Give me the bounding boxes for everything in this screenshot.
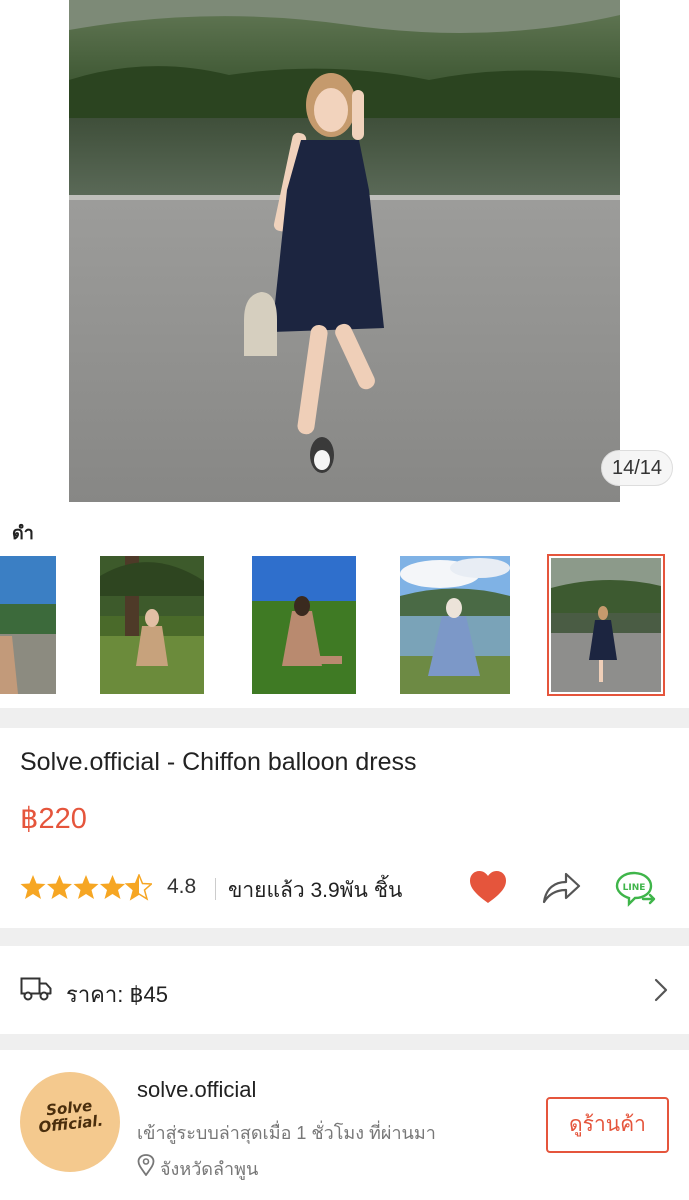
shop-avatar[interactable]: Solve Official. [20,1072,120,1172]
thumbnail-2[interactable] [100,556,204,694]
heart-icon[interactable] [469,870,507,906]
rating-divider [215,878,216,900]
product-price: ฿220 [20,803,87,835]
thumbnail-4[interactable] [400,556,510,694]
thumbnail-image [400,556,510,694]
line-share-icon[interactable]: LINE [614,870,658,908]
shop-section: Solve Official. solve.official เข้าสู่ระ… [0,1050,689,1200]
thumbnail-5-selected[interactable] [547,554,665,696]
thumbnail-strip[interactable] [0,554,689,696]
section-divider [0,708,689,728]
thumbnail-image [252,556,356,694]
main-photo-image [69,0,620,502]
thumbnail-image [551,558,661,692]
section-divider [0,928,689,946]
truck-icon [20,977,52,1001]
thumbnail-image [0,556,56,694]
location-pin-icon [137,1154,155,1176]
variant-label: ดำ [12,523,34,543]
view-shop-button[interactable]: ดูร้านค้า [546,1097,669,1153]
product-image-gallery[interactable]: 14/14 [0,0,689,503]
image-counter: 14/14 [601,450,673,486]
thumbnail-image [100,556,204,694]
svg-text:LINE: LINE [623,883,646,893]
shipping-row[interactable]: ราคา: ฿45 [0,946,689,1034]
thumbnail-1[interactable] [0,556,56,694]
product-main-photo[interactable] [69,0,620,502]
chevron-right-icon [654,978,668,1002]
shop-logo-text: Solve Official. [37,1096,105,1137]
section-divider [0,1034,689,1050]
sold-count: ขายแล้ว 3.9พัน ชิ้น [228,879,403,902]
share-icon[interactable] [541,870,581,906]
rating-stars-icon [20,874,152,900]
rating-value: 4.8 [167,875,197,898]
shop-last-active: เข้าสู่ระบบล่าสุดเมื่อ 1 ชั่วโมง ที่ผ่าน… [137,1123,436,1143]
shop-name[interactable]: solve.official [137,1077,256,1103]
shop-location: จังหวัดลำพูน [160,1159,259,1179]
product-title: Solve.official - Chiffon balloon dress [20,748,417,776]
thumbnail-3[interactable] [252,556,356,694]
rating-row: 4.8 ขายแล้ว 3.9พัน ชิ้น LINE [20,870,680,908]
shipping-price: ราคา: ฿45 [66,982,168,1007]
